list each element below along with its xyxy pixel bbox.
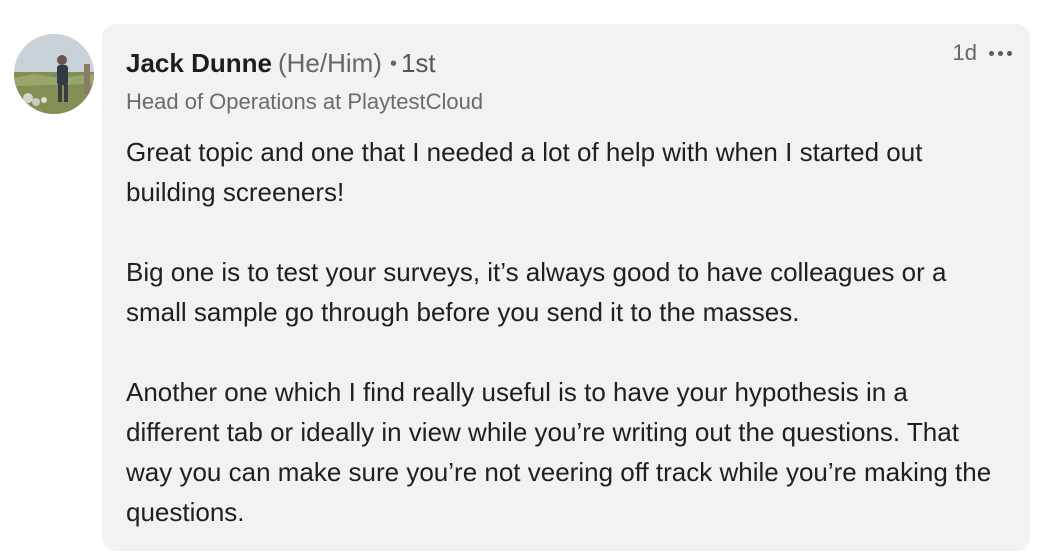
author-headline[interactable]: Head of Operations at PlaytestCloud xyxy=(126,87,1006,117)
comment-body: Great topic and one that I needed a lot … xyxy=(126,132,1000,532)
author-pronouns: (He/Him) xyxy=(277,48,382,78)
timestamp: 1d xyxy=(952,40,977,65)
comment-bubble: Jack Dunne (He/Him) • 1st Head of Operation… xyxy=(102,24,1030,551)
avatar-photo xyxy=(14,34,94,114)
more-horizontal-icon[interactable] xyxy=(989,47,1012,60)
separator-dot: • xyxy=(389,53,397,75)
comment-paragraph: Another one which I find really useful i… xyxy=(126,377,992,527)
comment: Jack Dunne (He/Him) • 1st Head of Operation… xyxy=(0,0,1050,556)
comment-paragraph: Big one is to test your surveys, it’s al… xyxy=(126,257,947,327)
connection-degree: 1st xyxy=(400,48,436,78)
comment-meta: 1d xyxy=(953,40,1012,66)
author-line: Jack Dunne (He/Him) • 1st xyxy=(126,46,1006,83)
comment-header: Jack Dunne (He/Him) • 1st Head of Operation… xyxy=(126,46,1006,116)
comment-paragraph: Great topic and one that I needed a lot … xyxy=(126,137,923,207)
avatar[interactable] xyxy=(14,34,94,114)
author-name[interactable]: Jack Dunne xyxy=(126,48,272,78)
